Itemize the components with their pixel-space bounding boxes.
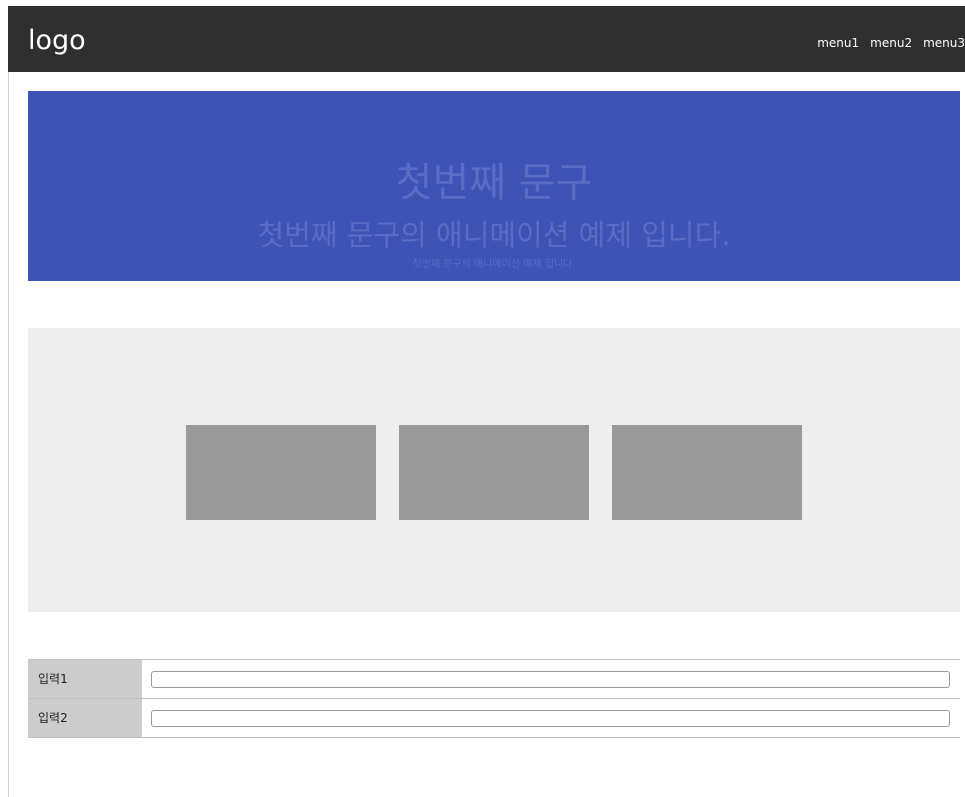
site-header: logo menu1 menu2 menu3 — [8, 6, 965, 72]
card-placeholder-1 — [186, 425, 376, 520]
card-section — [28, 328, 960, 612]
input2-field[interactable] — [151, 710, 950, 727]
nav-menu2[interactable]: menu2 — [870, 35, 912, 51]
form-label-1: 입력1 — [28, 660, 142, 698]
page: logo menu1 menu2 menu3 첫번째 문구 첫번째 문구의 애니… — [0, 0, 965, 797]
card-placeholder-3 — [612, 425, 802, 520]
hero-caption: 첫번째 문구의 애니메이션 예제 입니다. — [412, 259, 576, 270]
card-placeholder-2 — [399, 425, 589, 520]
left-border — [8, 6, 9, 797]
hero-title: 첫번째 문구 — [395, 160, 593, 206]
hero-banner: 첫번째 문구 첫번째 문구의 애니메이션 예제 입니다. 첫번째 문구의 애니메… — [28, 91, 960, 281]
input1-field[interactable] — [151, 671, 950, 688]
main-nav: menu1 menu2 menu3 — [817, 35, 965, 51]
nav-menu1[interactable]: menu1 — [817, 35, 859, 51]
logo[interactable]: logo — [28, 25, 86, 57]
input-form: 입력1 입력2 — [28, 659, 960, 739]
form-row: 입력2 — [28, 699, 960, 738]
nav-menu3[interactable]: menu3 — [923, 35, 965, 51]
hero-subtitle: 첫번째 문구의 애니메이션 예제 입니다. — [257, 218, 731, 252]
form-label-2: 입력2 — [28, 699, 142, 737]
form-row: 입력1 — [28, 660, 960, 699]
